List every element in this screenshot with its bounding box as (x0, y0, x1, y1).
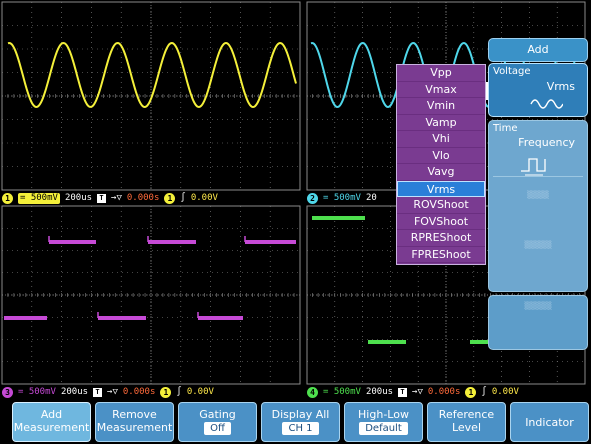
side-panel-title: Add (488, 38, 588, 62)
trigger-icon: T (398, 387, 408, 397)
menu-item-vmin[interactable]: Vmin (397, 98, 485, 115)
timebase[interactable]: 200us (61, 386, 88, 398)
timebase[interactable]: 20 (366, 192, 377, 204)
softkey-value: Default (359, 422, 408, 435)
ch4-badge[interactable]: 4 (307, 386, 318, 398)
menu-item-vlo[interactable]: Vlo (397, 148, 485, 164)
trigger-arrow-icon: →▽ (412, 387, 423, 397)
softkey-label: Remove (112, 408, 157, 421)
softkey-reference[interactable]: Reference Level (427, 402, 506, 442)
softkey-high-low[interactable]: High-Low Default (344, 402, 423, 442)
softkey-label: Display All (271, 408, 330, 421)
softkey-label: Reference (438, 408, 495, 421)
menu-item-rovshoot[interactable]: ROVShoot (397, 197, 485, 214)
softkey-label: Measurement (96, 421, 173, 434)
timebase[interactable]: 200us (366, 386, 393, 398)
trigger-arrow-icon: →▽ (111, 193, 122, 203)
rising-edge-icon: ∫ (180, 193, 186, 203)
ch4-volts-div[interactable]: = 500mV (323, 386, 361, 398)
softkey-label: Gating (199, 408, 236, 421)
ch2-volts-div[interactable]: = 500mV (323, 192, 361, 204)
ch1-badge[interactable]: 1 (2, 192, 13, 204)
horizontal-offset[interactable]: 0.000s (127, 192, 160, 204)
ch2-status-bar: 2 = 500mV 20 (307, 192, 397, 204)
ch1-status-bar: 1 = 500mV 200us T →▽ 0.000s 1 ∫ 0.00V (2, 192, 300, 204)
softkey-display-all[interactable]: Display All CH 1 (261, 402, 340, 442)
softkey-gating[interactable]: Gating Off (178, 402, 257, 442)
softkey-value: CH 1 (282, 422, 319, 435)
time-value: Frequency (518, 136, 575, 149)
horizontal-offset[interactable]: 0.000s (428, 386, 461, 398)
rising-edge-icon: ∫ (481, 387, 487, 397)
trigger-level[interactable]: 0.00V (187, 386, 214, 398)
trigger-icon: T (97, 193, 107, 203)
ghost-label: ▒▒▒▒▒ (524, 302, 552, 310)
ch3-badge[interactable]: 3 (2, 386, 13, 398)
ch1-graticule (1, 1, 301, 191)
ch3-graticule (1, 205, 301, 385)
ghost-label: ▒▒▒▒▒ (524, 241, 552, 249)
trigger-source-badge: 1 (160, 386, 172, 398)
softkey-label: Level (451, 421, 482, 434)
menu-item-vpp[interactable]: Vpp (397, 65, 485, 82)
measurement-type-menu: Vpp Vmax Vmin Vamp Vhi Vlo Vavg Vrms ROVShoot FOV… (396, 64, 486, 265)
softkey-label: Indicator (525, 416, 574, 429)
softkey-add[interactable]: Add Measurement (12, 402, 91, 442)
time-measure-button[interactable]: Time Frequency ▒▒▒▒ ▒▒▒▒▒ (488, 120, 588, 292)
menu-item-vrms[interactable]: Vrms (397, 180, 485, 197)
trigger-level[interactable]: 0.00V (191, 192, 218, 204)
timebase[interactable]: 200us (65, 192, 92, 204)
trigger-arrow-icon: →▽ (107, 387, 118, 397)
ch4-status-bar: 4 = 500mV 200us T →▽ 0.000s 1 ∫ 0.00V (307, 386, 585, 398)
ch1-volts-div[interactable]: = 500mV (18, 192, 60, 204)
voltage-measure-button[interactable]: Voltage Vrms (488, 63, 588, 117)
ch3-status-bar: 3 = 500mV 200us T →▽ 0.000s 1 ∫ 0.00V (2, 386, 300, 398)
softkey-label: Add (40, 408, 63, 421)
softkey-remove[interactable]: Remove Measurement (95, 402, 174, 442)
side-panel-empty-slot: ▒▒▒▒▒ (488, 295, 588, 350)
ghost-label: ▒▒▒▒ (527, 191, 549, 199)
menu-item-fpreshoot[interactable]: FPREShoot (397, 247, 485, 263)
ch2-badge[interactable]: 2 (307, 192, 318, 204)
voltage-label: Voltage (493, 66, 531, 77)
voltage-value: Vrms (546, 80, 575, 93)
divider (493, 176, 583, 177)
sine-wave-icon (530, 99, 563, 109)
ch3-volts-div[interactable]: = 500mV (18, 386, 56, 398)
horizontal-offset[interactable]: 0.000s (123, 386, 156, 398)
menu-item-fovshoot[interactable]: FOVShoot (397, 214, 485, 230)
menu-item-rpreshoot[interactable]: RPREShoot (397, 230, 485, 247)
time-label: Time (493, 123, 518, 134)
softkey-value: Off (204, 422, 231, 435)
softkey-label: Measurement (13, 421, 90, 434)
softkey-indicator[interactable]: Indicator (510, 402, 589, 442)
trigger-icon: T (93, 387, 103, 397)
trigger-level[interactable]: 0.00V (492, 386, 519, 398)
menu-item-vavg[interactable]: Vavg (397, 164, 485, 181)
square-pulse-icon (521, 158, 546, 176)
trigger-source-badge: 1 (164, 192, 176, 204)
rising-edge-icon: ∫ (176, 387, 182, 397)
menu-item-vamp[interactable]: Vamp (397, 115, 485, 131)
softkey-label: High-Low (358, 408, 409, 421)
menu-item-vmax[interactable]: Vmax (397, 82, 485, 98)
trigger-source-badge: 1 (465, 386, 477, 398)
menu-item-vhi[interactable]: Vhi (397, 131, 485, 148)
